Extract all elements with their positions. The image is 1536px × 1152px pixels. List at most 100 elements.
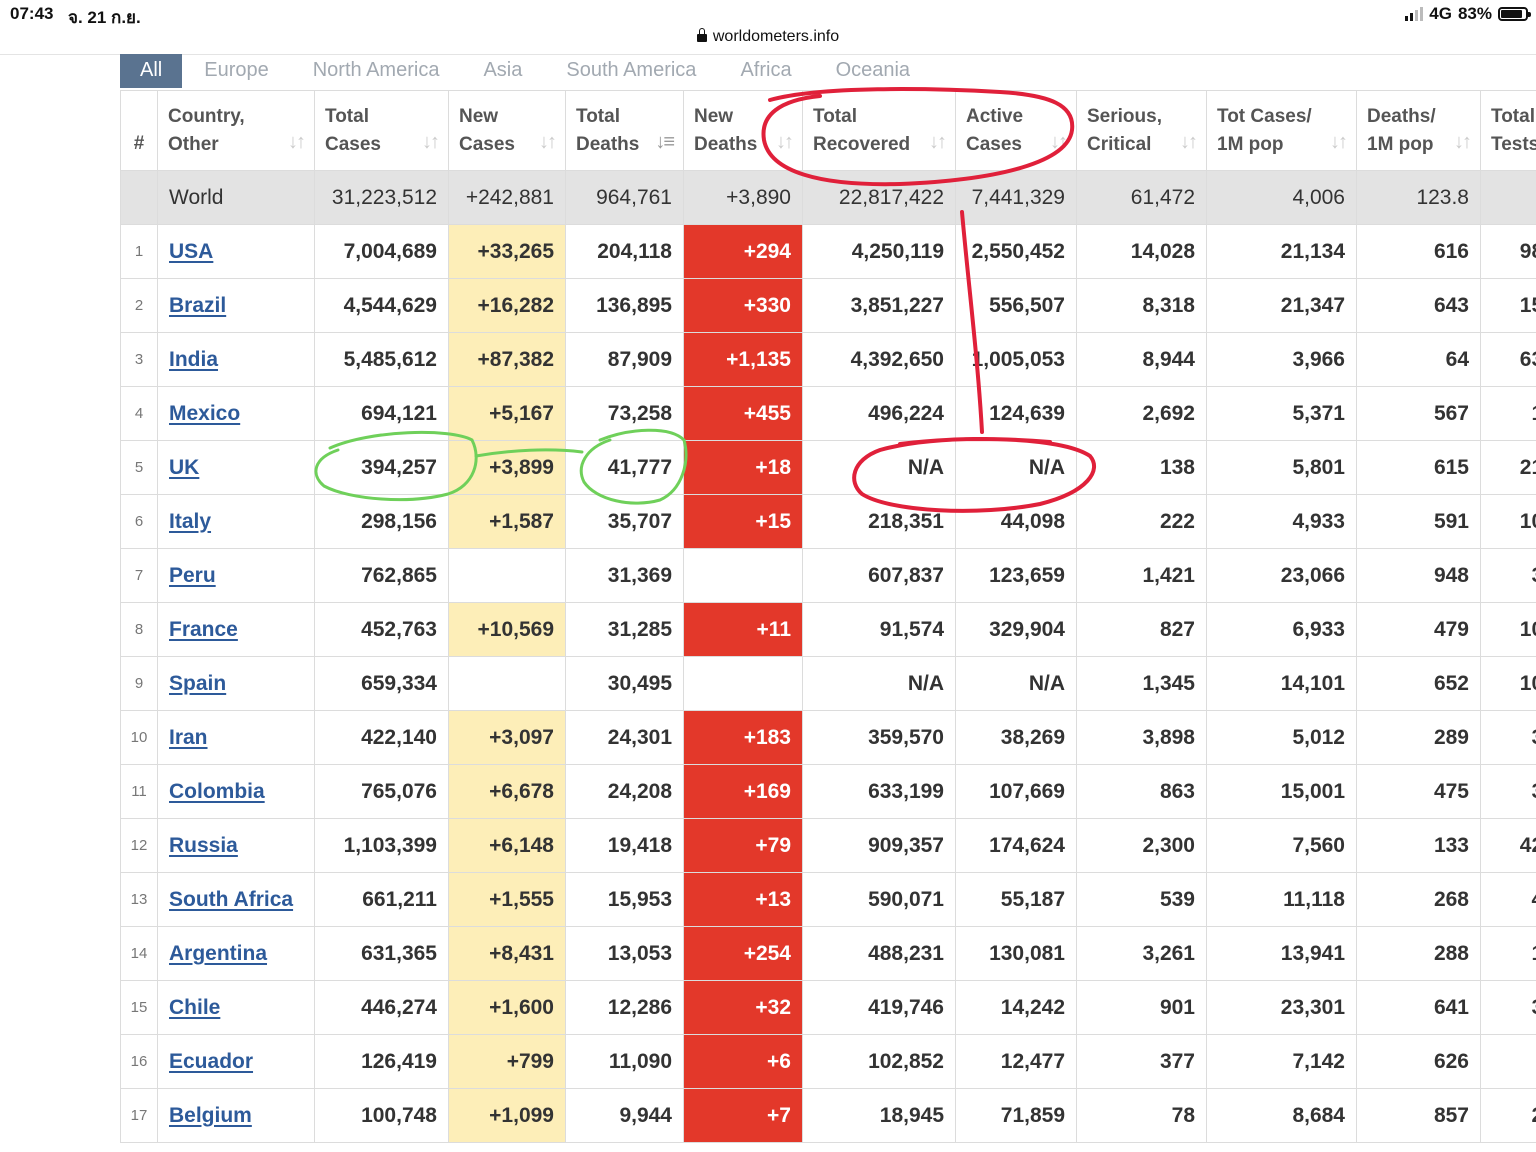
header-total-recovered[interactable]: Total Recovered ↓↑ — [802, 90, 956, 171]
new-deaths-cell: +18 — [683, 440, 803, 495]
country-link[interactable]: Russia — [169, 834, 238, 857]
country-link[interactable]: Brazil — [169, 294, 226, 317]
deaths-per-1m-cell: 268 — [1356, 872, 1481, 927]
header-rank: # — [120, 90, 158, 171]
active-cases-cell: 44,098 — [955, 494, 1077, 549]
serious-critical-cell: 78 — [1076, 1088, 1207, 1143]
total-tests-cell: 3, — [1480, 980, 1536, 1035]
header-cases-per-1m[interactable]: Tot Cases/1M pop ↓↑ — [1206, 90, 1357, 171]
deaths-per-1m-cell: 64 — [1356, 332, 1481, 387]
country-link[interactable]: Ecuador — [169, 1050, 253, 1073]
deaths-per-1m-cell: 857 — [1356, 1088, 1481, 1143]
sort-arrows-icon[interactable]: ↓↑ — [1454, 128, 1472, 156]
deaths-per-1m-cell: 479 — [1356, 602, 1481, 657]
serious-critical-cell: 2,300 — [1076, 818, 1207, 873]
world-row: World 31,223,512 +242,881 964,761 +3,890… — [120, 170, 1536, 225]
sort-arrows-icon[interactable]: ↓↑ — [422, 128, 440, 156]
country-cell: India — [157, 332, 315, 387]
tab-oceania[interactable]: Oceania — [814, 54, 933, 88]
cases-per-1m-cell: 3,966 — [1206, 332, 1357, 387]
country-link[interactable]: USA — [169, 240, 213, 263]
total-deaths-cell: 73,258 — [565, 386, 684, 441]
total-tests-cell: 2, — [1480, 1088, 1536, 1143]
header-new-deaths[interactable]: New Deaths ↓↑ — [683, 90, 803, 171]
table-row: 17 Belgium 100,748 +1,099 9,944 +7 18,945 71,85… — [120, 1088, 1536, 1143]
rank-cell: 7 — [120, 548, 158, 603]
country-link[interactable]: Italy — [169, 510, 211, 533]
sort-arrows-icon[interactable]: ↓↑ — [776, 128, 794, 156]
country-link[interactable]: Argentina — [169, 942, 267, 965]
tab-europe[interactable]: Europe — [182, 54, 291, 88]
country-link[interactable]: Chile — [169, 996, 220, 1019]
sort-arrows-icon[interactable]: ↓↑ — [1050, 128, 1068, 156]
header-total-cases[interactable]: Total Cases ↓↑ — [314, 90, 449, 171]
sort-arrows-icon[interactable]: ↓↑ — [288, 128, 306, 156]
total-cases-cell: 694,121 — [314, 386, 449, 441]
country-cell: Italy — [157, 494, 315, 549]
tab-africa[interactable]: Africa — [718, 54, 813, 88]
total-tests-cell: 3, — [1480, 710, 1536, 765]
country-link[interactable]: South Africa — [169, 888, 293, 911]
sort-arrows-icon[interactable]: ↓↑ — [539, 128, 557, 156]
country-link[interactable]: UK — [169, 456, 199, 479]
header-country[interactable]: Country, Other ↓↑ — [157, 90, 315, 171]
sort-arrows-icon[interactable]: ↓↑ — [1330, 128, 1348, 156]
country-cell: Peru — [157, 548, 315, 603]
country-link[interactable]: France — [169, 618, 238, 641]
new-cases-cell: +1,600 — [448, 980, 566, 1035]
active-cases-cell: 71,859 — [955, 1088, 1077, 1143]
serious-critical-cell: 222 — [1076, 494, 1207, 549]
header-serious-critical[interactable]: Serious, Critical ↓↑ — [1076, 90, 1207, 171]
country-link[interactable]: Iran — [169, 726, 208, 749]
address-bar[interactable]: worldometers.info — [0, 28, 1536, 55]
total-tests-cell: 21, — [1480, 440, 1536, 495]
total-tests-cell: 98, — [1480, 224, 1536, 279]
new-cases-cell — [448, 548, 566, 603]
tab-north-america[interactable]: North America — [291, 54, 462, 88]
header-label-line1: Serious, — [1087, 105, 1162, 127]
url-domain: worldometers.info — [712, 28, 840, 45]
header-label-line1: Country, — [168, 105, 245, 127]
country-link[interactable]: Belgium — [169, 1104, 252, 1127]
tab-south-america[interactable]: South America — [544, 54, 718, 88]
header-label-line2: Recovered — [813, 133, 911, 155]
country-link[interactable]: Spain — [169, 672, 226, 695]
header-total-deaths[interactable]: Total Deaths ↓≡ — [565, 90, 684, 171]
active-cases-cell: 2,550,452 — [955, 224, 1077, 279]
tab-asia[interactable]: Asia — [461, 54, 544, 88]
table-row: 12 Russia 1,103,399 +6,148 19,418 +79 909,357 1… — [120, 818, 1536, 873]
header-deaths-per-1m[interactable]: Deaths/1M pop ↓↑ — [1356, 90, 1481, 171]
tab-all[interactable]: All — [120, 54, 183, 88]
total-deaths-cell: 30,495 — [565, 656, 684, 711]
network-type: 4G — [1429, 4, 1452, 23]
serious-critical-cell: 901 — [1076, 980, 1207, 1035]
table-row: 15 Chile 446,274 +1,600 12,286 +32 419,746 14,2… — [120, 980, 1536, 1035]
new-deaths-cell: +254 — [683, 926, 803, 981]
sort-arrows-icon[interactable]: ↓↑ — [1180, 128, 1198, 156]
total-recovered-cell: 4,250,119 — [802, 224, 956, 279]
sort-arrows-icon[interactable]: ↓↑ — [929, 128, 947, 156]
total-tests-cell: 3, — [1480, 548, 1536, 603]
country-cell: Argentina — [157, 926, 315, 981]
country-link[interactable]: Mexico — [169, 402, 240, 425]
sort-arrows-icon[interactable]: ↓≡ — [655, 128, 675, 156]
deaths-per-1m-cell: 289 — [1356, 710, 1481, 765]
total-deaths-cell: 204,118 — [565, 224, 684, 279]
total-deaths-cell: 31,285 — [565, 602, 684, 657]
country-link[interactable]: Colombia — [169, 780, 265, 803]
deaths-per-1m-cell: 288 — [1356, 926, 1481, 981]
rank-cell: 11 — [120, 764, 158, 819]
cases-per-1m-cell: 7,560 — [1206, 818, 1357, 873]
header-label: # — [133, 133, 145, 154]
new-deaths-cell: +7 — [683, 1088, 803, 1143]
header-label-line2: Tests — [1491, 133, 1536, 155]
country-link[interactable]: India — [169, 348, 218, 371]
header-new-cases[interactable]: New Cases ↓↑ — [448, 90, 566, 171]
country-link[interactable]: Peru — [169, 564, 216, 587]
header-total-tests[interactable]: Total Tests — [1480, 90, 1536, 171]
active-cases-cell: 12,477 — [955, 1034, 1077, 1089]
new-deaths-cell: +330 — [683, 278, 803, 333]
serious-critical-cell: 539 — [1076, 872, 1207, 927]
total-recovered-cell: 218,351 — [802, 494, 956, 549]
header-active-cases[interactable]: Active Cases ↓↑ — [955, 90, 1077, 171]
